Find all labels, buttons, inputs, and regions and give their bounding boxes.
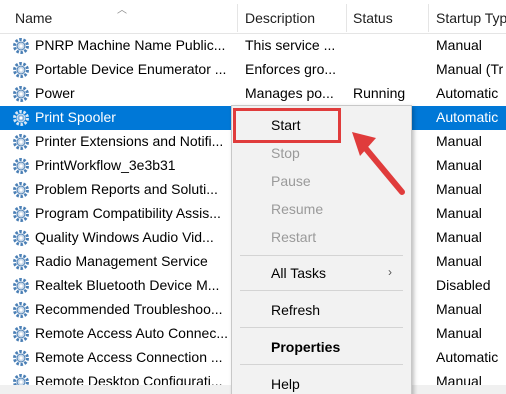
service-description: Manages po... (245, 85, 334, 101)
service-startup-type: Automatic (436, 85, 499, 101)
service-gear-icon (13, 182, 29, 198)
service-description: This service ... (245, 37, 336, 53)
table-row[interactable]: Portable Device Enumerator ... Enforces … (0, 58, 506, 82)
service-gear-icon (13, 254, 29, 270)
service-gear-icon (13, 302, 29, 318)
service-startup-type: Automatic (436, 349, 499, 365)
service-gear-icon (13, 86, 29, 102)
service-startup-type: Manual (436, 253, 482, 269)
service-gear-icon (13, 134, 29, 150)
service-startup-type: Disabled (436, 277, 491, 293)
menu-item-label: Pause (271, 173, 311, 189)
menu-item-label: All Tasks (271, 265, 326, 281)
column-header-description[interactable]: Description (245, 10, 345, 26)
service-name: Radio Management Service (35, 253, 208, 269)
menu-item-help[interactable]: Help (232, 372, 411, 394)
menu-separator (240, 290, 403, 291)
service-gear-icon (13, 350, 29, 366)
service-name: Quality Windows Audio Vid... (35, 229, 214, 245)
table-row[interactable]: Power Manages po... Running Automatic (0, 82, 506, 106)
service-startup-type: Manual (436, 157, 482, 173)
service-gear-icon (13, 326, 29, 342)
menu-item-all-tasks[interactable]: All Tasks › (232, 261, 411, 287)
service-gear-icon (13, 62, 29, 78)
menu-separator (240, 255, 403, 256)
service-gear-icon (13, 278, 29, 294)
column-divider[interactable] (237, 4, 238, 32)
service-gear-icon (13, 206, 29, 222)
service-name: Recommended Troubleshoo... (35, 301, 223, 317)
column-header-name[interactable]: Name (15, 10, 235, 26)
service-name: Portable Device Enumerator ... (35, 61, 227, 77)
menu-item-label: Properties (271, 339, 341, 355)
service-startup-type: Automatic (436, 109, 499, 125)
column-header-bar: ︿ Name Description Status Startup Typ (0, 0, 506, 34)
service-name: Realtek Bluetooth Device M... (35, 277, 220, 293)
service-gear-icon (13, 38, 29, 54)
menu-item-label: Restart (271, 229, 317, 245)
service-startup-type: Manual (436, 37, 482, 53)
service-gear-icon (13, 230, 29, 246)
chevron-right-icon: › (388, 265, 392, 279)
service-startup-type: Manual (Tr (436, 61, 504, 77)
service-name: Power (35, 85, 75, 101)
service-startup-type: Manual (436, 181, 482, 197)
service-name: Problem Reports and Soluti... (35, 181, 218, 197)
service-name: Remote Access Auto Connec... (35, 325, 228, 341)
column-header-status[interactable]: Status (353, 10, 423, 26)
service-startup-type: Manual (436, 301, 482, 317)
column-divider[interactable] (346, 4, 347, 32)
red-arrow-annotation-icon (352, 132, 405, 195)
table-row[interactable]: PNRP Machine Name Public... This service… (0, 34, 506, 58)
service-status: Running (353, 85, 406, 101)
menu-item-label: Refresh (271, 302, 321, 318)
service-startup-type: Manual (436, 325, 482, 341)
service-name: PNRP Machine Name Public... (35, 37, 226, 53)
service-startup-type: Manual (436, 229, 482, 245)
service-name: PrintWorkflow_3e3b31 (35, 157, 176, 173)
service-startup-type: Manual (436, 133, 482, 149)
menu-item-properties[interactable]: Properties (232, 335, 411, 361)
menu-item-refresh[interactable]: Refresh (232, 298, 411, 324)
menu-item-label: Stop (271, 145, 300, 161)
menu-separator (240, 364, 403, 365)
service-name: Printer Extensions and Notifi... (35, 133, 224, 149)
service-name: Remote Access Connection ... (35, 349, 223, 365)
service-startup-type: Manual (436, 205, 482, 221)
service-gear-icon (13, 110, 29, 126)
service-name: Print Spooler (35, 109, 116, 125)
menu-item-label: Resume (271, 201, 324, 217)
column-divider[interactable] (428, 4, 429, 32)
service-description: Enforces gro... (245, 61, 337, 77)
service-gear-icon (13, 158, 29, 174)
menu-item-restart[interactable]: Restart (232, 225, 411, 251)
service-name: Program Compatibility Assis... (35, 205, 221, 221)
highlight-box-annotation (233, 108, 341, 143)
column-header-startup-type[interactable]: Startup Typ (436, 10, 506, 26)
menu-item-label: Help (271, 376, 300, 392)
menu-separator (240, 327, 403, 328)
